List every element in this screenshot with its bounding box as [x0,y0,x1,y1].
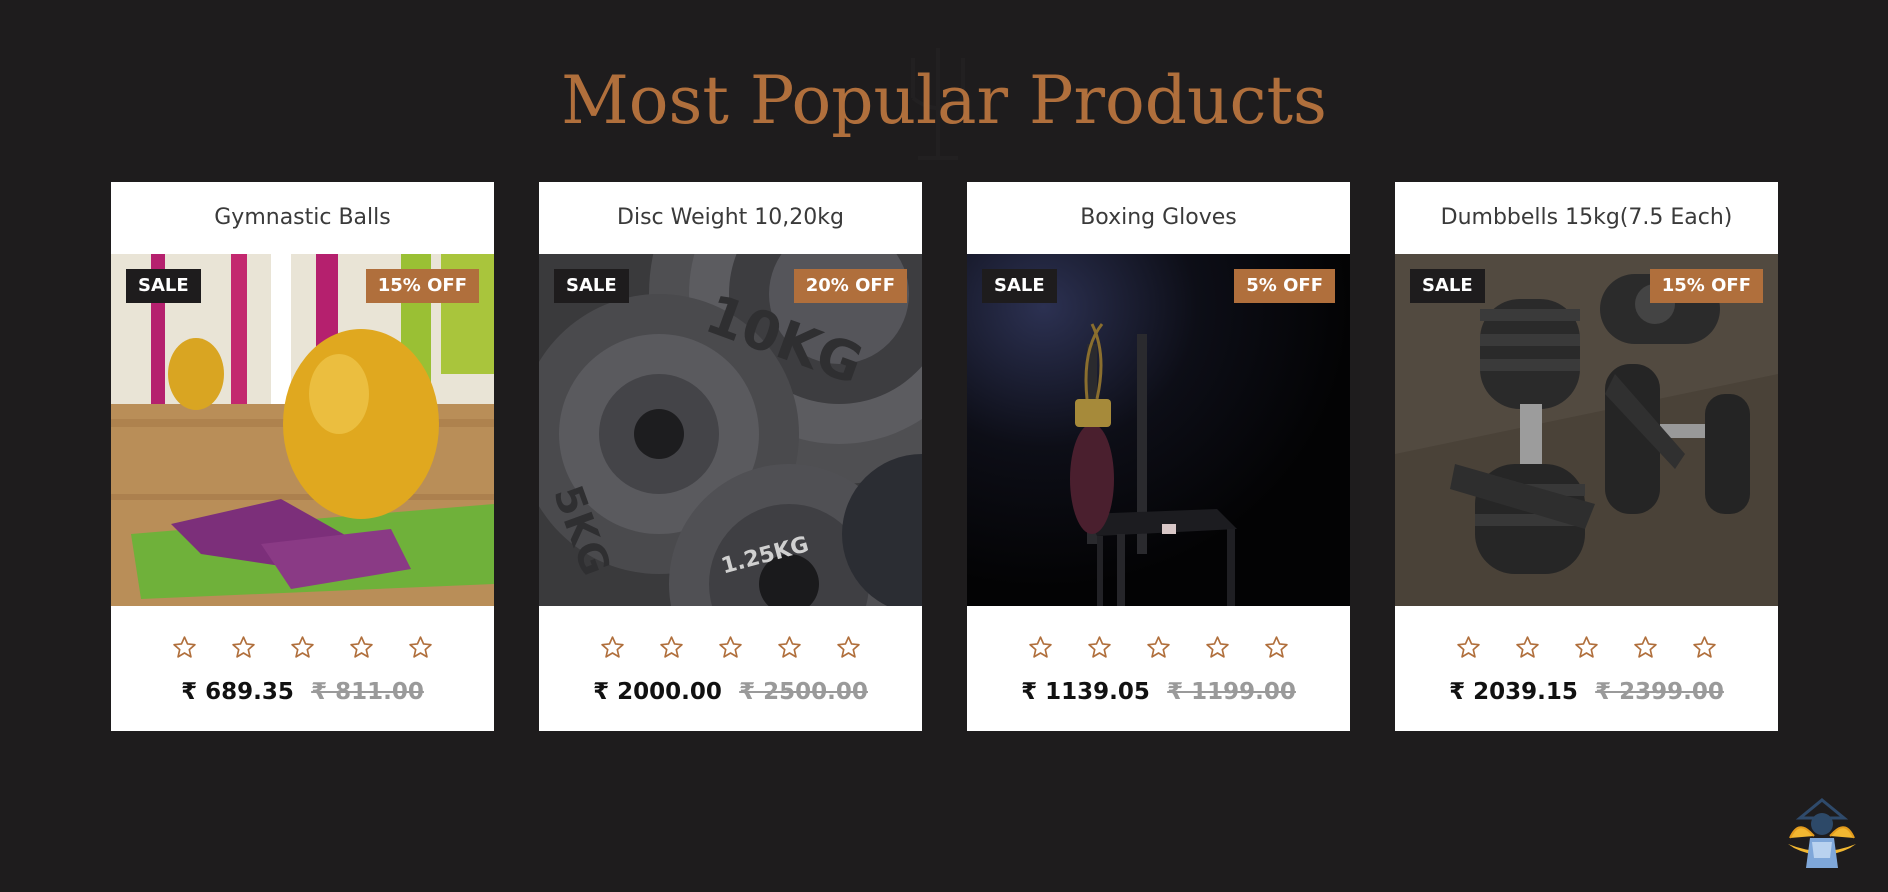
sale-badge: SALE [126,269,201,303]
price-row: ₹ 2000.00 ₹ 2500.00 [539,677,922,707]
page: Most Popular Products Gymnastic Balls SA… [0,0,1888,892]
product-image[interactable]: SALE 15% OFF [111,254,494,606]
sale-badge: SALE [554,269,629,303]
product-card[interactable]: Boxing Gloves SALE 5% OFF ₹ 1139.05 ₹ 11… [967,182,1350,731]
current-price: ₹ 1139.05 [1021,679,1150,705]
star-icon[interactable] [1515,635,1540,660]
original-price: ₹ 2500.00 [739,679,868,705]
star-icon[interactable] [408,635,433,660]
price-row: ₹ 2039.15 ₹ 2399.00 [1395,677,1778,707]
current-price: ₹ 689.35 [181,679,294,705]
star-icon[interactable] [1692,635,1717,660]
product-image[interactable]: SALE 5% OFF [967,254,1350,606]
star-icon[interactable] [1633,635,1658,660]
original-price: ₹ 1199.00 [1167,679,1296,705]
original-price: ₹ 2399.00 [1595,679,1724,705]
price-row: ₹ 689.35 ₹ 811.00 [111,677,494,707]
current-price: ₹ 2039.15 [1449,679,1578,705]
section-title: Most Popular Products [561,62,1327,139]
price-row: ₹ 1139.05 ₹ 1199.00 [967,677,1350,707]
product-title[interactable]: Boxing Gloves [967,182,1350,254]
product-title[interactable]: Disc Weight 10,20kg [539,182,922,254]
product-card[interactable]: Gymnastic Balls SALE 15% OFF ₹ 689.35 ₹ … [111,182,494,731]
product-image[interactable]: SALE 15% OFF [1395,254,1778,606]
star-rating[interactable] [1395,635,1778,663]
original-price: ₹ 811.00 [311,679,424,705]
discount-badge: 15% OFF [1649,269,1763,303]
star-icon[interactable] [1028,635,1053,660]
current-price: ₹ 2000.00 [593,679,722,705]
star-icon[interactable] [600,635,625,660]
product-title[interactable]: Dumbbells 15kg(7.5 Each) [1395,182,1778,254]
discount-badge: 15% OFF [365,269,479,303]
star-icon[interactable] [231,635,256,660]
star-icon[interactable] [659,635,684,660]
star-rating[interactable] [967,635,1350,663]
star-rating[interactable] [111,635,494,663]
star-icon[interactable] [1205,635,1230,660]
star-rating[interactable] [539,635,922,663]
discount-badge: 20% OFF [793,269,907,303]
disc-weight-image: 10KG 5KG 1.25KG [539,254,922,606]
gymnastic-ball-image [111,254,494,606]
star-icon[interactable] [1456,635,1481,660]
star-icon[interactable] [290,635,315,660]
product-card[interactable]: Disc Weight 10,20kg 10KG 5KG 1.25KG SALE… [539,182,922,731]
star-icon[interactable] [349,635,374,660]
star-icon[interactable] [836,635,861,660]
star-icon[interactable] [1087,635,1112,660]
sale-badge: SALE [982,269,1057,303]
star-icon[interactable] [1146,635,1171,660]
star-icon[interactable] [718,635,743,660]
boxing-gloves-image [967,254,1350,606]
discount-badge: 5% OFF [1234,269,1335,303]
product-card[interactable]: Dumbbells 15kg(7.5 Each) SALE 15% OFF ₹ … [1395,182,1778,731]
strongman-icon[interactable] [1784,798,1860,870]
star-icon[interactable] [1574,635,1599,660]
product-title[interactable]: Gymnastic Balls [111,182,494,254]
dumbbells-image [1395,254,1778,606]
sale-badge: SALE [1410,269,1485,303]
product-image[interactable]: 10KG 5KG 1.25KG SALE 20% OFF [539,254,922,606]
star-icon[interactable] [777,635,802,660]
star-icon[interactable] [172,635,197,660]
star-icon[interactable] [1264,635,1289,660]
